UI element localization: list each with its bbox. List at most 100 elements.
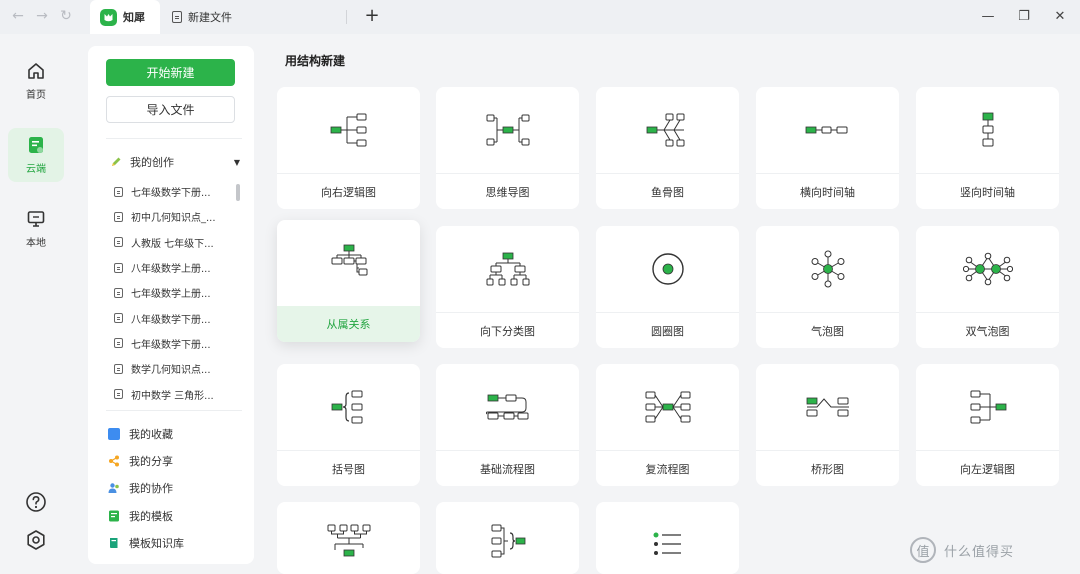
divider [106,138,242,139]
close-button[interactable]: ✕ [1050,7,1070,27]
mind-map-diagram-icon [436,87,579,173]
folder-star-icon [108,427,120,440]
card-label: 鱼骨图 [596,173,739,209]
document-icon [114,237,123,248]
watermark-text: 什么值得买 [944,544,1015,560]
document-list: 七年级数学下册... 初中几何知识点_... 人教版 七年级下... 八年级数学… [114,179,234,407]
template-card-mind-map[interactable]: 思维导图 [436,87,579,209]
tab-new-file[interactable]: 新建文件 [168,0,338,34]
start-new-button[interactable]: 开始新建 [106,59,235,86]
list-item[interactable]: 初中数学 三角形... [114,381,234,406]
home-icon [28,63,44,79]
document-icon [114,338,123,349]
list-item[interactable]: 人教版 七年级下... [114,230,234,255]
down-classification-icon [436,226,579,312]
forward-icon[interactable]: → [34,8,50,24]
template-card-brace[interactable]: 括号图 [277,364,420,486]
template-card-bubble[interactable]: 气泡图 [756,226,899,348]
template-icon [109,510,119,522]
template-card-vertical-timeline[interactable]: 竖向时间轴 [916,87,1059,209]
card-label: 竖向时间轴 [916,173,1059,209]
template-card-fishbone[interactable]: 鱼骨图 [596,87,739,209]
tab-app-home[interactable]: 知犀 [90,0,160,34]
list-item[interactable]: 七年级数学下册... [114,331,234,356]
card-label: 括号图 [277,450,420,486]
card-label: 向下分类图 [436,312,579,348]
watermark-logo-icon: 值 [910,537,936,563]
document-icon [114,287,123,298]
template-card-multi-flow[interactable]: 复流程图 [596,364,739,486]
template-card-double-bubble[interactable]: 双气泡图 [916,226,1059,348]
template-card-left-logic[interactable]: 向左逻辑图 [916,364,1059,486]
template-card-tree[interactable] [277,502,420,574]
import-file-button[interactable]: 导入文件 [106,96,235,123]
template-card-subordinate[interactable]: 从属关系 [277,220,420,342]
template-card-bridge[interactable]: 桥形图 [756,364,899,486]
list-item[interactable]: 七年级数学上册... [114,280,234,305]
refresh-icon[interactable]: ↻ [58,8,74,24]
nav-item-templates[interactable]: 我的模板 [108,502,238,529]
share-icon [109,455,119,467]
document-list-scrollbar[interactable] [236,184,240,201]
template-card-down-classification[interactable]: 向下分类图 [436,226,579,348]
rail-item-home[interactable]: 首页 [8,54,64,108]
rail-label: 首页 [26,90,46,101]
nav-item-favorites[interactable]: 我的收藏 [108,420,238,447]
tab-separator [346,10,347,24]
my-creations-header[interactable]: 我的创作 ▼ [110,153,240,171]
minimize-button[interactable]: — [978,7,998,27]
back-icon[interactable]: ← [10,8,26,24]
vertical-timeline-icon [916,87,1059,173]
divider [106,410,242,411]
document-icon [114,262,123,273]
book-icon [110,537,118,548]
rail-label: 云端 [26,164,46,175]
template-card-list[interactable] [596,502,739,574]
users-icon [108,483,119,494]
maximize-button[interactable]: ❐ [1014,7,1034,27]
list-item[interactable]: 七年级数学下册... [114,179,234,204]
help-icon[interactable] [24,490,48,514]
subordinate-diagram-icon [277,220,420,306]
document-icon [114,186,123,197]
card-label: 桥形图 [756,450,899,486]
template-card-circle[interactable]: 圆圈图 [596,226,739,348]
card-label: 向左逻辑图 [916,450,1059,486]
left-logic-diagram-icon [916,364,1059,450]
template-card-horizontal-timeline[interactable]: 横向时间轴 [756,87,899,209]
brace-map-icon [277,364,420,450]
nav-item-collaboration[interactable]: 我的协作 [108,475,238,502]
card-label: 复流程图 [596,450,739,486]
list-diagram-icon [596,502,739,574]
settings-icon[interactable] [24,528,48,552]
tree-diagram-icon [277,502,420,574]
template-card-basic-flow[interactable]: 基础流程图 [436,364,579,486]
section-label: 我的创作 [130,156,174,169]
right-logic-diagram-icon [277,87,420,173]
template-card-brace-left[interactable] [436,502,579,574]
new-tab-button[interactable]: + [362,6,382,26]
watermark: 值 什么值得买 [910,532,1070,568]
card-label: 气泡图 [756,312,899,348]
circle-map-icon [596,226,739,312]
fishbone-diagram-icon [596,87,739,173]
title-bar: ← → ↻ 知犀 新建文件 + — ❐ ✕ [0,0,1080,34]
card-label: 横向时间轴 [756,173,899,209]
double-bubble-map-icon [916,226,1059,312]
rail-item-cloud[interactable]: 云端 [8,128,64,182]
rail-item-local[interactable]: 本地 [8,202,64,256]
card-label: 基础流程图 [436,450,579,486]
horizontal-timeline-icon [756,87,899,173]
list-item[interactable]: 数学几何知识点... [114,356,234,381]
list-item[interactable]: 八年级数学上册... [114,255,234,280]
card-label: 向右逻辑图 [277,173,420,209]
nav-item-template-library[interactable]: 模板知识库 [108,529,238,556]
list-item[interactable]: 初中几何知识点_... [114,204,234,229]
nav-item-shares[interactable]: 我的分享 [108,447,238,474]
template-card-right-logic[interactable]: 向右逻辑图 [277,87,420,209]
caret-down-icon[interactable]: ▼ [234,158,240,167]
card-label: 双气泡图 [916,312,1059,348]
basic-flowchart-icon [436,364,579,450]
list-item[interactable]: 八年级数学下册... [114,305,234,330]
monitor-icon [27,211,45,227]
